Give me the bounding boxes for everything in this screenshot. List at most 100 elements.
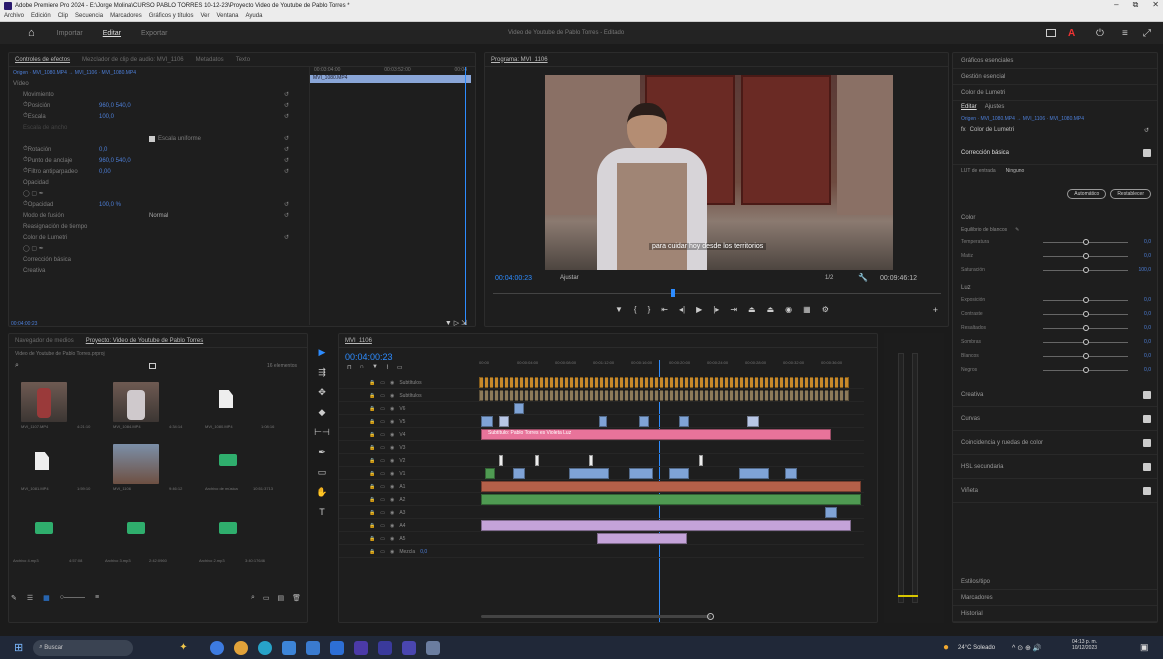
video-frame[interactable]: para cuidar hoy desde los territorios — [545, 75, 893, 270]
slider-track[interactable] — [1043, 253, 1128, 259]
tab-project[interactable]: Proyecto: Video de Youtube de Pablo Torr… — [86, 338, 204, 344]
go-out-icon[interactable]: ⇥ — [730, 305, 737, 314]
escala-value[interactable]: 100,0 — [99, 114, 114, 120]
track-header[interactable]: 🔒 ▭ ◉ Mezcla 0,0 — [339, 545, 477, 558]
color-slider-row[interactable]: Saturación 100,0 — [953, 263, 1157, 277]
tab-metadata[interactable]: Metadatos — [196, 57, 224, 63]
lock-icon[interactable]: 🔒 — [369, 549, 375, 555]
bottom-historial[interactable]: Historial — [953, 606, 1157, 622]
track-header[interactable]: 🔒 ▭ ◉ V4 — [339, 428, 477, 441]
bottom-marcadores[interactable]: Marcadores — [953, 590, 1157, 606]
tab-text[interactable]: Texto — [236, 57, 250, 63]
track-header[interactable]: 🔒 ▭ ◉ A3 — [339, 506, 477, 519]
auto-button[interactable]: Automático — [1067, 189, 1107, 199]
find-icon[interactable]: ⌕ — [251, 594, 255, 602]
sync-icon[interactable]: ▭ — [380, 549, 385, 555]
project-footer-right[interactable]: ⌕ ▭ ▤ 🗑 — [251, 594, 301, 602]
edge-icon[interactable] — [257, 640, 272, 655]
rect-tool-icon[interactable]: ▭ — [318, 467, 327, 478]
blend-mode-select[interactable]: Normal — [149, 213, 259, 219]
home-icon[interactable]: ⌂ — [28, 27, 35, 39]
go-in-icon[interactable]: ⇤ — [661, 305, 668, 314]
tab-sequence[interactable]: MVI_1106 — [345, 338, 372, 344]
program-scrubber[interactable] — [493, 293, 941, 294]
tab-program[interactable]: Programa: MVI_1106 — [491, 57, 548, 63]
track-header[interactable]: 🔒 ▭ ◉ V6 — [339, 402, 477, 415]
timeline-clip[interactable] — [569, 468, 609, 479]
track-header[interactable]: 🔒 ▭ ◉ V5 — [339, 415, 477, 428]
program-playhead[interactable] — [671, 289, 675, 297]
ellipse-mask-icon-2[interactable]: ◯ — [23, 245, 30, 252]
sync-icon[interactable]: ▭ — [380, 406, 385, 412]
settings-icon[interactable]: ⚙ — [822, 305, 829, 314]
slider-track[interactable] — [1043, 325, 1128, 331]
hsl-checkbox[interactable] — [1143, 462, 1151, 471]
expand-icon[interactable]: ⤢ — [1143, 28, 1151, 39]
eye-icon[interactable]: ◉ — [390, 432, 394, 438]
lut-select[interactable]: Ninguno — [1006, 168, 1025, 174]
selection-tool-icon[interactable]: ▶ — [319, 347, 326, 358]
hand-tool-icon[interactable]: ✋ — [316, 487, 327, 498]
thumb-music[interactable] — [205, 444, 251, 484]
lift-icon[interactable]: ⏏ — [748, 305, 756, 314]
chrome-2-icon[interactable] — [233, 640, 248, 655]
sync-icon[interactable]: ▭ — [380, 458, 385, 464]
slider-track[interactable] — [1043, 339, 1128, 345]
slider-knob[interactable] — [1083, 353, 1089, 359]
track-header[interactable]: 🔒 ▭ ◉ A5 — [339, 532, 477, 545]
slider-knob[interactable] — [1083, 325, 1089, 331]
lock-icon[interactable]: 🔒 — [369, 406, 375, 412]
sync-icon[interactable]: ▭ — [380, 380, 385, 386]
lock-icon[interactable]: 🔒 — [369, 445, 375, 451]
luz-slider-row[interactable]: Blancos 0,0 — [953, 349, 1157, 363]
rotacion-value[interactable]: 0,0 — [99, 147, 107, 153]
timeline-zoom-knob[interactable] — [707, 613, 714, 620]
slider-track[interactable] — [1043, 239, 1128, 245]
slider-track[interactable] — [1043, 311, 1128, 317]
sync-icon[interactable]: ▭ — [380, 471, 385, 477]
basic-enable-checkbox[interactable] — [1143, 148, 1151, 157]
luz-slider-row[interactable]: Negros 0,0 — [953, 363, 1157, 377]
track-header[interactable]: 🔒 ▭ ◉ V3 — [339, 441, 477, 454]
timeline-clip[interactable] — [679, 416, 689, 427]
weather-text[interactable]: 24°C Soleado — [958, 645, 995, 651]
sync-icon[interactable]: ▭ — [380, 536, 385, 542]
timeline-clip[interactable] — [485, 468, 495, 479]
eye-icon[interactable]: ◉ — [390, 471, 394, 477]
reset-effect-icon[interactable]: ↺ — [1144, 127, 1149, 134]
slider-value[interactable]: 100,0 — [1138, 267, 1151, 273]
copilot-icon[interactable]: ✦ — [179, 642, 187, 653]
photos-icon[interactable] — [305, 640, 320, 655]
timeline-timecode[interactable]: 00:04:00:23 — [345, 352, 393, 362]
effect-controls-footer-icons[interactable]: ▼ ▷ ⇲ — [445, 319, 467, 327]
timeline-clip[interactable] — [499, 416, 509, 427]
sync-icon[interactable]: ▭ — [380, 484, 385, 490]
app-icon-2[interactable] — [377, 640, 392, 655]
track-header[interactable]: 🔒 ▭ ◉ A2 — [339, 493, 477, 506]
timeline-clip[interactable] — [739, 468, 769, 479]
hsl-section[interactable]: HSL secundaria — [953, 455, 1157, 479]
mix-value[interactable]: 0,0 — [420, 549, 427, 555]
pen-mask-icon-2[interactable]: ✒ — [39, 245, 44, 252]
menu-secuencia[interactable]: Secuencia — [75, 13, 103, 19]
thumb-mvi-1084[interactable] — [113, 382, 159, 422]
type-tool-icon[interactable]: T — [319, 507, 325, 517]
thumb-mvi-1080[interactable] — [205, 382, 251, 422]
track-header[interactable]: 🔒 ▭ ◉ A4 — [339, 519, 477, 532]
lock-icon[interactable]: 🔒 — [369, 432, 375, 438]
tab-media-browser[interactable]: Navegador de medios — [15, 338, 74, 344]
track-header[interactable]: 🔒 ▭ ◉ Subtítulos — [339, 389, 477, 402]
eye-icon[interactable]: ◉ — [390, 458, 394, 464]
adobe-icon[interactable]: A — [1068, 28, 1075, 39]
thumb-mvi-1107[interactable] — [21, 382, 67, 422]
slider-knob[interactable] — [1083, 239, 1089, 245]
slider-value[interactable]: 0,0 — [1144, 325, 1151, 331]
thumb-archivo-3[interactable] — [113, 512, 159, 552]
track-header[interactable]: 🔒 ▭ ◉ Subtítulos — [339, 376, 477, 389]
timeline-scrollbar[interactable] — [481, 615, 711, 618]
timeline-clip[interactable] — [513, 468, 525, 479]
menu-graficos[interactable]: Gráficos y títulos — [149, 13, 194, 19]
sort-icon[interactable]: ≡ — [95, 594, 99, 602]
eye-icon[interactable]: ◉ — [390, 380, 394, 386]
linked-icon[interactable]: ∩ — [360, 364, 364, 371]
